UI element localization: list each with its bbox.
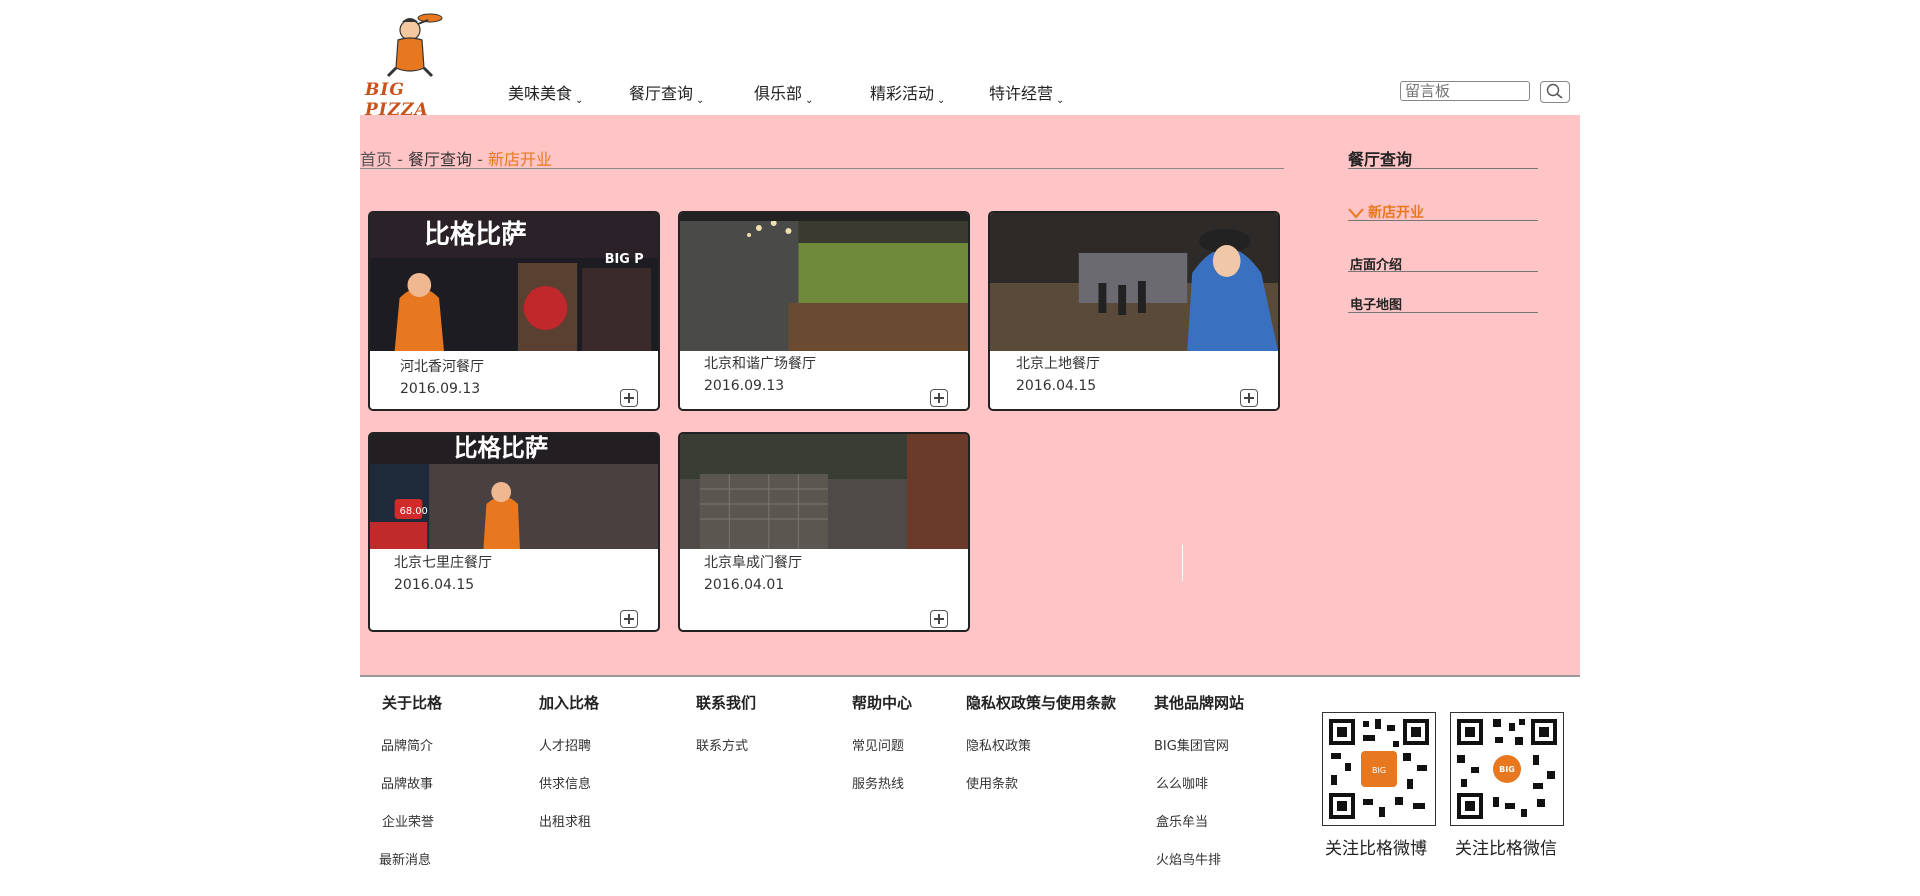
sidebar-divider [1348,271,1538,272]
restaurant-card[interactable]: 北京阜成门餐厅 2016.04.01 [678,432,970,632]
nav-events[interactable]: 精彩活动 ⌄ [870,80,946,106]
nav-label: 特许经营 [989,84,1054,103]
footer-heading: 隐私权政策与使用条款 [966,694,1117,712]
footer-heading: 关于比格 [382,694,443,712]
search-input[interactable] [1400,81,1530,101]
nav-food[interactable]: 美味美食 ⌄ [508,80,584,106]
search-button[interactable] [1540,81,1570,103]
breadcrumb-current: 新店开业 [487,150,552,169]
restaurant-photo [990,213,1278,351]
footer-link[interactable]: BIG集团官网 [1154,735,1229,754]
footer-link[interactable]: 出租求租 [539,811,591,830]
nav-label: 餐厅查询 [629,84,694,103]
footer-link[interactable]: 品牌简介 [381,735,433,754]
restaurant-photo: 比格比萨 BIG P [370,213,658,351]
sidebar-item-new-stores[interactable]: 新店开业 [1348,202,1424,222]
qr-caption: 关注比格微信 [1455,839,1557,859]
breadcrumb-home[interactable]: 首页 [360,150,392,169]
chevron-down-icon: ⌄ [937,95,946,106]
qr-badge: BIG [1499,765,1515,774]
breadcrumb: 首页 - 餐厅查询 - 新店开业 [360,146,552,170]
logo-text: BIG PIZZA [365,80,429,120]
chevron-down-icon: ⌄ [696,95,705,106]
sidebar-title: 餐厅查询 [1348,150,1413,169]
divider [1182,545,1183,581]
restaurant-photo: 比格比萨 68.00 [370,434,658,549]
svg-text:BIG P: BIG P [605,252,644,267]
sidebar-item-map[interactable]: 电子地图 [1350,294,1402,313]
chevron-down-icon: ⌄ [575,95,584,106]
wechat-qr-code: BIG [1450,712,1564,826]
sidebar-divider [1348,168,1538,169]
chevron-down-icon: ⌄ [1056,95,1065,106]
restaurant-name: 北京阜成门餐厅 [704,555,802,571]
sidebar-item-label: 新店开业 [1368,205,1424,221]
footer-link[interactable]: 企业荣誉 [382,811,434,830]
big-pizza-logo[interactable]: BIG PIZZA [360,10,460,120]
restaurant-card[interactable]: 北京上地餐厅 2016.04.15 [988,211,1280,411]
footer-link[interactable]: 服务热线 [852,773,904,792]
footer-heading: 联系我们 [696,694,757,712]
qr-code-icon: BIG [1329,719,1429,819]
restaurant-card[interactable]: 北京和谐广场餐厅 2016.09.13 [678,211,970,411]
restaurant-date: 2016.09.13 [400,381,481,397]
footer-link[interactable]: 么么咖啡 [1156,773,1208,792]
restaurant-date: 2016.09.13 [704,378,785,394]
footer-link[interactable]: 盒乐牟当 [1156,811,1208,830]
expand-plus-icon[interactable] [930,389,948,407]
footer-link[interactable]: 常见问题 [852,735,904,754]
expand-plus-icon[interactable] [1240,389,1258,407]
footer-heading: 其他品牌网站 [1154,694,1245,712]
nav-label: 美味美食 [508,84,573,103]
svg-text:比格比萨: 比格比萨 [454,434,549,462]
qr-caption: 关注比格微博 [1325,839,1427,859]
expand-plus-icon[interactable] [930,610,948,628]
breadcrumb-divider [360,168,1284,169]
breadcrumb-section[interactable]: 餐厅查询 [408,150,472,169]
expand-plus-icon[interactable] [620,389,638,407]
restaurant-name: 河北香河餐厅 [400,359,484,375]
footer-link[interactable]: 品牌故事 [381,773,433,792]
restaurant-date: 2016.04.15 [1016,378,1097,394]
restaurant-name: 北京上地餐厅 [1016,356,1100,372]
qr-code-icon: BIG [1457,719,1557,819]
footer-link[interactable]: 使用条款 [966,773,1018,792]
chevron-down-icon: ⌄ [805,95,814,106]
restaurant-photo [680,434,968,549]
sidebar-divider [1348,220,1538,221]
restaurant-name: 北京七里庄餐厅 [394,555,492,571]
expand-plus-icon[interactable] [620,610,638,628]
nav-club[interactable]: 俱乐部 ⌄ [754,80,814,106]
footer-heading: 加入比格 [539,694,600,712]
restaurant-date: 2016.04.01 [704,577,785,593]
restaurant-photo [680,213,968,351]
footer-link[interactable]: 人才招聘 [539,735,591,754]
footer-link[interactable]: 火焰鸟牛排 [1156,849,1221,868]
qr-badge: BIG [1372,766,1386,775]
restaurant-card[interactable]: 比格比萨 68.00 北京七里庄餐厅 2016.04.15 [368,432,660,632]
nav-label: 精彩活动 [870,84,935,103]
restaurant-card[interactable]: 比格比萨 BIG P 河北香河餐厅 2016.09.13 [368,211,660,411]
chevron-down-icon [1348,207,1364,219]
nav-label: 俱乐部 [754,84,803,103]
footer-heading: 帮助中心 [852,694,913,712]
footer-link[interactable]: 联系方式 [696,735,748,754]
restaurant-name: 北京和谐广场餐厅 [704,356,816,372]
footer-link[interactable]: 隐私权政策 [966,735,1031,754]
nav-franchise[interactable]: 特许经营 ⌄ [989,80,1065,106]
restaurant-date: 2016.04.15 [394,577,475,593]
search-icon [1546,83,1563,99]
breadcrumb-separator: - [471,150,488,169]
footer-link[interactable]: 供求信息 [539,773,591,792]
nav-restaurants[interactable]: 餐厅查询 ⌄ [629,80,705,106]
svg-text:68.00: 68.00 [400,506,428,517]
footer-link[interactable]: 最新消息 [379,849,431,868]
sidebar-divider [1348,312,1538,313]
svg-text:比格比萨: 比格比萨 [424,219,527,250]
weibo-qr-code: BIG [1322,712,1436,826]
breadcrumb-separator: - [392,150,408,169]
